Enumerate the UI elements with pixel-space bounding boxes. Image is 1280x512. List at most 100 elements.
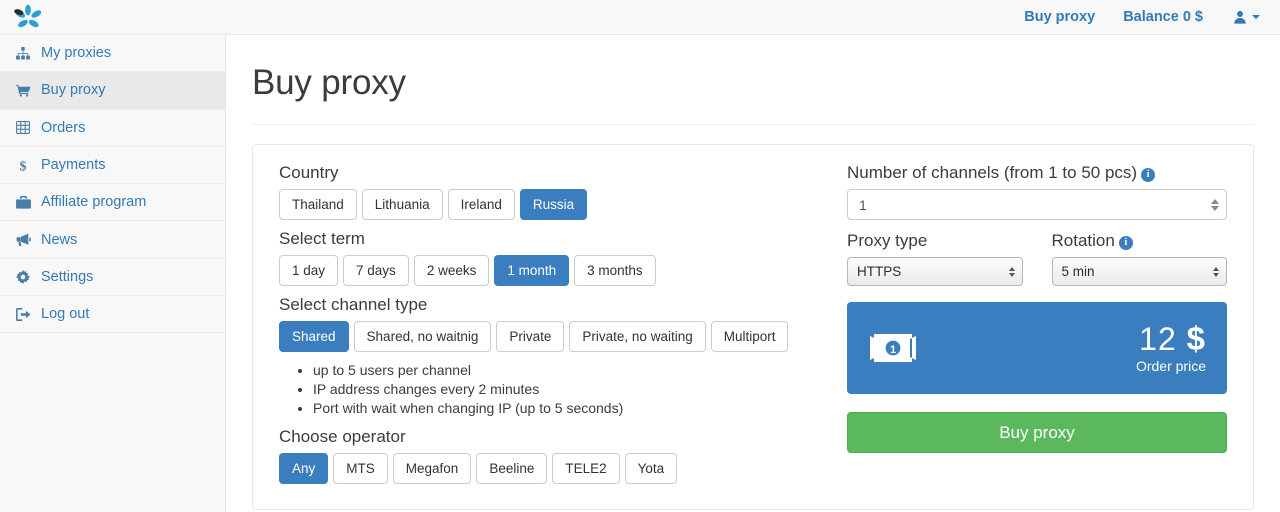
sidebar-item-news[interactable]: News — [0, 221, 225, 259]
sidebar-item-label: Log out — [41, 306, 90, 323]
dollar-icon: $ — [13, 158, 33, 173]
proxy-type-group: Proxy type HTTPS — [847, 231, 1023, 286]
rotation-select-wrap: 5 min — [1051, 257, 1227, 286]
operator-label: Choose operator — [279, 426, 406, 446]
channel-type-label: Select channel type — [279, 295, 428, 314]
channel-type-feature-list: up to 5 users per channel IP address cha… — [279, 361, 829, 418]
sidebar-item-payments[interactable]: $ Payments — [0, 147, 225, 185]
order-price-caption: Order price — [1135, 358, 1206, 374]
operator-option-tele2[interactable]: TELE2 — [552, 452, 620, 484]
sidebar-item-affiliate-program[interactable]: Affiliate program — [0, 184, 225, 222]
sidebar: My proxies Buy proxy Orders $ Payments A… — [0, 35, 226, 512]
rotation-select[interactable]: 5 min — [1051, 257, 1227, 286]
channels-label: Number of channels (from 1 to 50 pcs) i — [847, 163, 1227, 183]
info-icon[interactable]: i — [1141, 168, 1156, 182]
operator-option-yota[interactable]: Yota — [624, 452, 678, 484]
topnav-links: Buy proxy Balance 0 $ — [1010, 0, 1280, 34]
sidebar-item-label: Settings — [41, 268, 94, 285]
top-navbar: Buy proxy Balance 0 $ — [0, 0, 1280, 35]
country-option-lithuania[interactable]: Lithuania — [361, 189, 443, 220]
buy-proxy-button[interactable]: Buy proxy — [847, 412, 1227, 453]
sidebar-item-label: Orders — [41, 119, 86, 136]
title-divider — [252, 124, 1254, 125]
quantity-stepper[interactable] — [1211, 198, 1219, 211]
term-option-2-weeks[interactable]: 2 weeks — [413, 255, 490, 286]
rotation-group: Rotation i 5 min — [1051, 231, 1228, 286]
proxy-type-label: Proxy type — [847, 231, 928, 250]
country-button-group: Thailand Lithuania Ireland Russia — [279, 189, 829, 220]
sidebar-item-label: Payments — [41, 157, 106, 174]
operator-option-any[interactable]: Any — [279, 452, 329, 484]
proxy-type-select-wrap: HTTPS — [847, 257, 1023, 286]
order-price-panel: 1 12 $ Order price — [847, 302, 1227, 394]
sidebar-item-label: News — [41, 231, 78, 248]
brand-logo[interactable] — [0, 0, 226, 34]
table-icon — [13, 121, 33, 135]
topnav-balance[interactable]: Balance 0 $ — [1109, 0, 1217, 34]
flower-logo — [14, 4, 42, 28]
sitemap-icon — [13, 46, 33, 60]
select-arrows-icon — [1008, 266, 1015, 277]
buy-proxy-card: Country Thailand Lithuania Ireland Russi… — [252, 144, 1254, 510]
term-option-7-days[interactable]: 7 days — [343, 255, 409, 286]
operator-button-group: Any MTS Megafon Beeline TELE2 Yota — [279, 452, 829, 484]
proxy-type-select[interactable]: HTTPS — [847, 257, 1023, 286]
page-title: Buy proxy — [252, 63, 406, 102]
country-option-ireland[interactable]: Ireland — [447, 189, 515, 220]
gear-icon — [13, 269, 33, 284]
operator-option-beeline[interactable]: Beeline — [476, 452, 548, 484]
stepper-down-icon[interactable] — [1211, 205, 1219, 211]
term-option-1-month[interactable]: 1 month — [494, 255, 570, 286]
sidebar-item-buy-proxy[interactable]: Buy proxy — [0, 72, 225, 110]
user-menu[interactable] — [1217, 10, 1266, 24]
svg-text:1: 1 — [890, 344, 896, 356]
rotation-label-text: Rotation — [1051, 231, 1115, 250]
order-price-amount: 12 $ — [1139, 321, 1206, 357]
order-price-value-group: 12 $ Order price — [1135, 321, 1206, 375]
options-column: Country Thailand Lithuania Ireland Russi… — [279, 163, 839, 509]
country-option-thailand[interactable]: Thailand — [279, 189, 357, 220]
info-icon[interactable]: i — [1118, 236, 1133, 250]
bullhorn-icon — [13, 233, 33, 247]
term-option-3-months[interactable]: 3 months — [574, 255, 656, 286]
term-label: Select term — [279, 229, 365, 248]
stepper-up-icon[interactable] — [1211, 198, 1219, 204]
rotation-label: Rotation i — [1052, 231, 1228, 251]
svg-text:$: $ — [20, 159, 27, 173]
price-number: 12 — [1139, 321, 1177, 357]
channel-type-button-group: Shared Shared, no waitnig Private Privat… — [279, 321, 829, 352]
sidebar-item-settings[interactable]: Settings — [0, 259, 225, 297]
channels-label-text: Number of channels (from 1 to 50 pcs) — [847, 163, 1138, 182]
channel-type-option-multiport[interactable]: Multiport — [710, 321, 789, 352]
channel-type-option-private[interactable]: Private — [496, 321, 565, 352]
sidebar-item-label: Affiliate program — [41, 194, 147, 211]
briefcase-icon — [13, 195, 33, 209]
topnav-buy-proxy[interactable]: Buy proxy — [1010, 0, 1109, 34]
sidebar-item-label: Buy proxy — [41, 82, 106, 99]
sidebar-item-log-out[interactable]: Log out — [0, 296, 225, 334]
sidebar-item-my-proxies[interactable]: My proxies — [0, 35, 225, 73]
select-arrows-icon — [1213, 266, 1219, 277]
banknote-icon: 1 — [868, 332, 918, 364]
channels-input-wrap — [847, 189, 1227, 220]
sidebar-item-label: My proxies — [41, 45, 112, 62]
term-option-1-day[interactable]: 1 day — [279, 255, 339, 286]
term-button-group: 1 day 7 days 2 weeks 1 month 3 months — [279, 255, 829, 286]
list-item: up to 5 users per channel — [313, 361, 829, 380]
channel-type-option-shared[interactable]: Shared — [279, 321, 349, 352]
list-item: IP address changes every 2 minutes — [313, 380, 829, 399]
channel-type-option-shared-no-waiting[interactable]: Shared, no waitnig — [353, 321, 492, 352]
user-icon — [1234, 11, 1246, 24]
country-label: Country — [279, 163, 339, 182]
order-column: Number of channels (from 1 to 50 pcs)i P… — [839, 163, 1227, 509]
country-option-russia[interactable]: Russia — [519, 189, 588, 220]
operator-option-megafon[interactable]: Megafon — [392, 452, 472, 484]
sign-out-icon — [13, 307, 33, 321]
list-item: Port with wait when changing IP (up to 5… — [313, 399, 829, 418]
sidebar-item-orders[interactable]: Orders — [0, 110, 225, 147]
operator-option-mts[interactable]: MTS — [333, 452, 388, 484]
type-rotation-row: Proxy type HTTPS Rotation i 5 min — [847, 231, 1227, 286]
channel-type-option-private-no-waiting[interactable]: Private, no waiting — [569, 321, 706, 352]
chevron-down-icon — [1252, 15, 1260, 19]
channels-input[interactable] — [847, 189, 1227, 220]
